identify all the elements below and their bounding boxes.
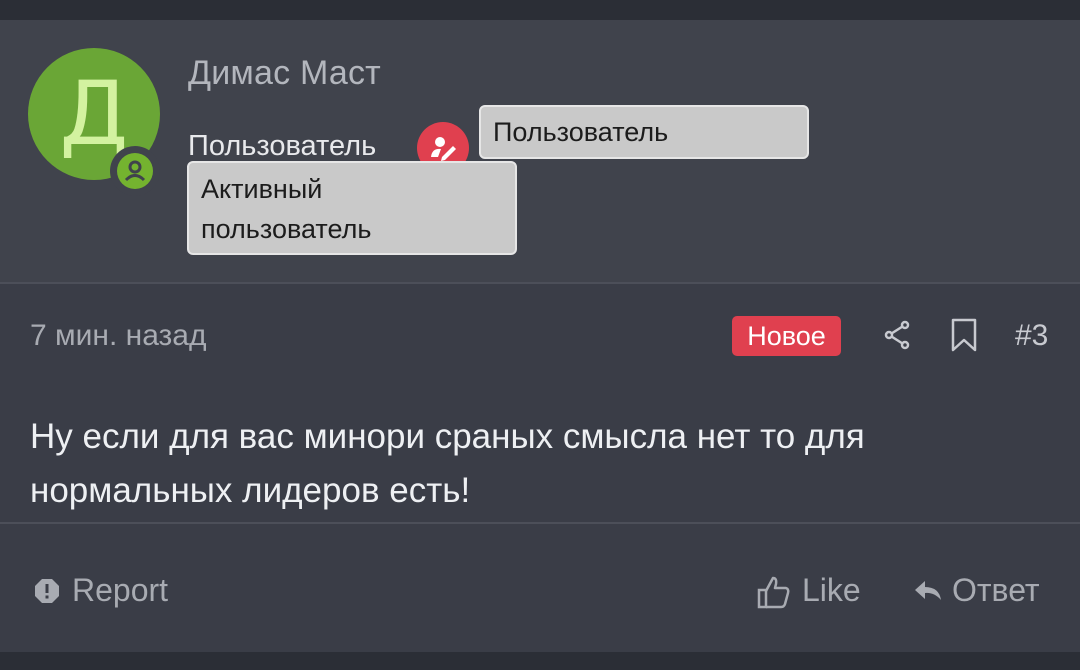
post-number-link[interactable]: #3 [1015,316,1048,356]
share-icon[interactable] [883,320,911,355]
user-banner-badge: Пользователь [479,105,809,159]
active-user-banner-badge: Активный пользователь [187,161,517,255]
online-status-icon [110,146,160,196]
author-name[interactable]: Димас Маст [188,54,381,93]
report-label: Report [72,572,169,608]
post-message: Ну если для вас минори сраных смысла нет… [30,417,865,510]
report-icon [35,579,59,603]
post-timestamp[interactable]: 7 мин. назад [30,316,207,356]
thumbs-up-icon [757,576,790,609]
new-badge: Новое [732,316,841,356]
bookmark-icon[interactable] [950,318,978,357]
like-label: Like [802,572,861,608]
forum-post: Д Димас Маст Пользователь Пользователь А… [0,20,1080,652]
footer-divider [0,522,1080,524]
post-author-header: Д Димас Маст Пользователь Пользователь А… [0,20,1080,284]
reply-label: Ответ [952,572,1040,608]
post-meta-bar: 7 мин. назад Новое #3 [30,316,1052,366]
author-role: Пользователь [188,130,377,162]
reply-icon [915,581,941,600]
